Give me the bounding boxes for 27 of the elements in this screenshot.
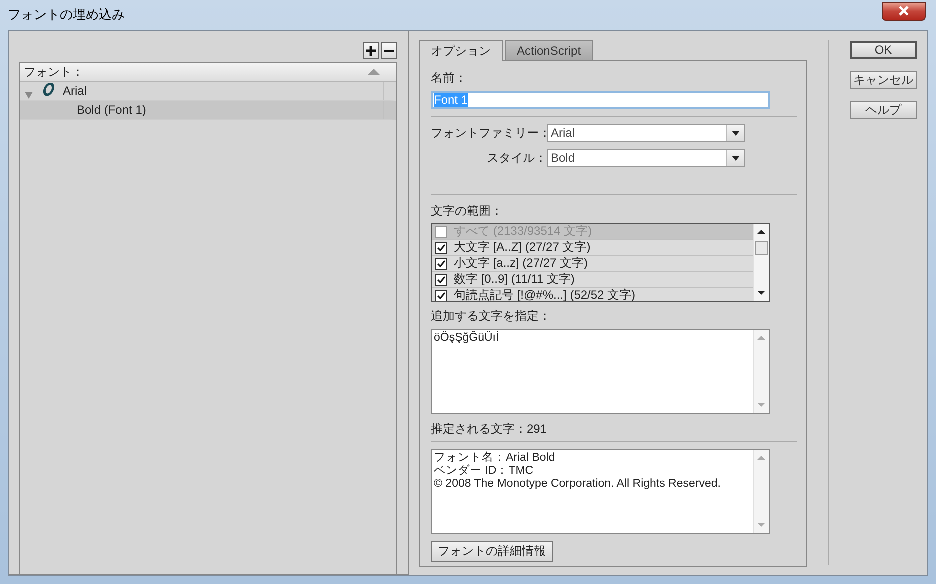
additional-characters-label: 追加する文字を指定： (431, 309, 552, 323)
dialog-button[interactable]: キャンセル (850, 71, 917, 89)
range-label: 大文字 [A..Z] (27/27 文字) (454, 239, 591, 256)
name-label: 名前： (431, 71, 468, 85)
font-info-line: ベンダー ID：TMC (434, 465, 535, 478)
style-dropdown[interactable]: Bold (547, 149, 745, 167)
font-family-label: フォントファミリー： (431, 124, 547, 142)
font-family-dropdown[interactable]: Arial (547, 124, 745, 142)
style-label: スタイル： (486, 150, 547, 166)
range-row[interactable]: 大文字 [A..Z] (27/27 文字) (432, 240, 753, 256)
dialog-button[interactable]: ヘルプ (850, 101, 917, 119)
font-details-button[interactable]: フォントの詳細情報 (431, 541, 553, 562)
range-label: すべて (2133/93514 文字) (454, 224, 592, 240)
tab[interactable]: オプション (419, 40, 503, 61)
range-label: 数字 [0..9] (11/11 文字) (454, 271, 575, 288)
font-info-line: © 2008 The Monotype Corporation. All Rights Reserved. (434, 478, 722, 491)
dialog-button[interactable]: OK (850, 41, 917, 59)
column-header: フォント： (24, 64, 85, 80)
range-label: 小文字 [a..z] (27/27 文字) (454, 255, 588, 272)
window-title: フォントの埋め込み (8, 6, 125, 24)
tab[interactable]: ActionScript (505, 40, 594, 60)
font-info-line: フォント名：Arial Bold (434, 452, 556, 464)
character-range-label: 文字の範囲： (431, 204, 504, 218)
range-row[interactable]: 数字 [0..9] (11/11 文字) (432, 272, 753, 288)
range-row[interactable]: 小文字 [a..z] (27/27 文字) (432, 256, 753, 272)
font-tree-item[interactable]: Bold (Font 1) (20, 101, 396, 120)
estimated-characters-text: 推定される文字：291 (431, 422, 548, 436)
